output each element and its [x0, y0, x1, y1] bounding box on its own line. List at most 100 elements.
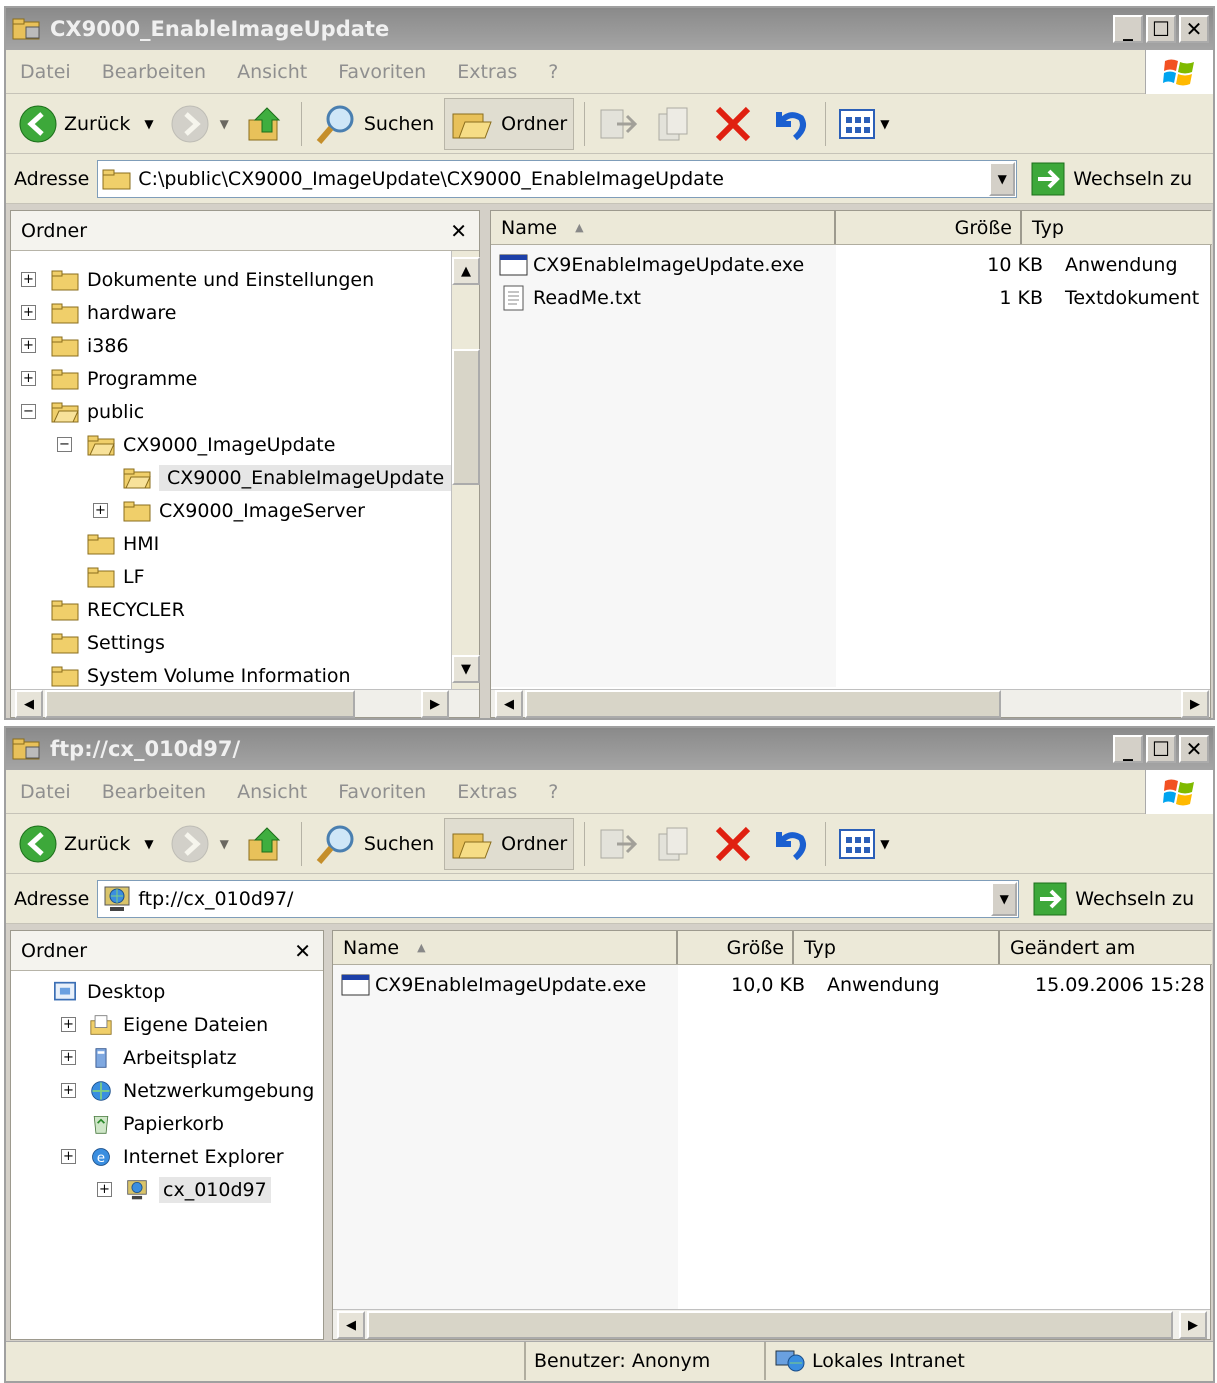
- undo-button[interactable]: [763, 98, 815, 150]
- go-button[interactable]: Wechseln zu: [1031, 162, 1192, 196]
- expand-icon[interactable]: +: [21, 305, 36, 320]
- folders-button[interactable]: Ordner: [444, 817, 575, 870]
- horizontal-scrollbar[interactable]: ◀ ▶: [11, 689, 479, 718]
- menu-help[interactable]: ?: [548, 781, 558, 803]
- search-button[interactable]: Suchen: [308, 98, 440, 150]
- undo-button[interactable]: [763, 818, 815, 870]
- tree-item[interactable]: − CX9000_ImageUpdate: [57, 430, 335, 460]
- delete-button[interactable]: [707, 98, 759, 150]
- menu-extras[interactable]: Extras: [457, 781, 517, 803]
- tree-item[interactable]: + e Internet Explorer: [61, 1142, 284, 1172]
- menu-bearbeiten[interactable]: Bearbeiten: [102, 781, 206, 803]
- file-row[interactable]: CX9EnableImageUpdate.exe 10,0 KB Anwendu…: [341, 969, 1211, 1001]
- copy-to-button[interactable]: [649, 98, 703, 150]
- expand-icon[interactable]: +: [93, 503, 108, 518]
- collapse-icon[interactable]: −: [57, 437, 72, 452]
- search-button[interactable]: Suchen: [308, 818, 440, 870]
- column-name[interactable]: Name ▲: [333, 931, 678, 964]
- scroll-thumb[interactable]: [367, 1311, 1173, 1339]
- close-pane-icon[interactable]: ✕: [450, 219, 467, 243]
- menu-datei[interactable]: Datei: [20, 61, 71, 83]
- menu-datei[interactable]: Datei: [20, 781, 71, 803]
- expand-icon[interactable]: +: [21, 338, 36, 353]
- scroll-left-button[interactable]: ◀: [337, 1311, 365, 1339]
- close-button[interactable]: ✕: [1179, 15, 1209, 43]
- column-name[interactable]: Name ▲: [491, 211, 836, 244]
- tree-item[interactable]: + cx_010d97: [97, 1175, 271, 1205]
- forward-button[interactable]: ▼: [164, 818, 235, 870]
- scroll-thumb[interactable]: [452, 349, 480, 485]
- expand-icon[interactable]: +: [61, 1083, 76, 1098]
- scroll-thumb[interactable]: [45, 690, 355, 718]
- menu-ansicht[interactable]: Ansicht: [237, 61, 307, 83]
- close-pane-icon[interactable]: ✕: [294, 939, 311, 963]
- address-dropdown-button[interactable]: ▼: [991, 881, 1018, 916]
- maximize-button[interactable]: ☐: [1146, 735, 1176, 763]
- expand-icon[interactable]: +: [61, 1149, 76, 1164]
- menu-ansicht[interactable]: Ansicht: [237, 781, 307, 803]
- column-size[interactable]: Größe: [836, 211, 1022, 244]
- scroll-right-button[interactable]: ▶: [1181, 690, 1209, 718]
- collapse-icon[interactable]: −: [21, 404, 36, 419]
- expand-icon[interactable]: +: [97, 1182, 112, 1197]
- tree-item[interactable]: LF: [87, 562, 145, 592]
- forward-button[interactable]: ▼: [164, 98, 235, 150]
- tree-item[interactable]: Desktop: [51, 977, 165, 1007]
- title-bar[interactable]: ftp://cx_010d97/ _ ☐ ✕: [6, 728, 1213, 770]
- tree-item[interactable]: + Programme: [21, 364, 197, 394]
- tree-item[interactable]: + hardware: [21, 298, 177, 328]
- up-folder-button[interactable]: [239, 818, 291, 870]
- scroll-left-button[interactable]: ◀: [495, 690, 523, 718]
- tree-item[interactable]: Papierkorb: [87, 1109, 224, 1139]
- tree-item[interactable]: Settings: [51, 628, 165, 658]
- file-row[interactable]: ReadMe.txt 1 KB Textdokument: [499, 282, 1209, 314]
- folders-button[interactable]: Ordner: [444, 97, 575, 150]
- go-button[interactable]: Wechseln zu: [1033, 882, 1194, 916]
- move-to-button[interactable]: [591, 818, 645, 870]
- tree-item[interactable]: + CX9000_ImageServer: [93, 496, 365, 526]
- scroll-thumb[interactable]: [525, 690, 1001, 718]
- close-button[interactable]: ✕: [1179, 735, 1209, 763]
- address-dropdown-button[interactable]: ▼: [989, 161, 1016, 196]
- tree-item[interactable]: + Dokumente und Einstellungen: [21, 265, 374, 295]
- vertical-scrollbar[interactable]: ▲ ▼: [451, 251, 480, 689]
- tree-item[interactable]: − public: [21, 397, 144, 427]
- chevron-down-icon[interactable]: ▼: [220, 117, 229, 131]
- expand-icon[interactable]: +: [61, 1017, 76, 1032]
- up-folder-button[interactable]: [239, 98, 291, 150]
- column-size[interactable]: Größe: [678, 931, 794, 964]
- copy-to-button[interactable]: [649, 818, 703, 870]
- scroll-right-button[interactable]: ▶: [1179, 1311, 1207, 1339]
- chevron-down-icon[interactable]: ▼: [144, 837, 153, 851]
- menu-favoriten[interactable]: Favoriten: [338, 781, 426, 803]
- scroll-left-button[interactable]: ◀: [15, 690, 43, 718]
- minimize-button[interactable]: _: [1113, 735, 1143, 763]
- column-type[interactable]: Typ: [794, 931, 1000, 964]
- maximize-button[interactable]: ☐: [1146, 15, 1176, 43]
- tree-item[interactable]: RECYCLER: [51, 595, 185, 625]
- file-row[interactable]: CX9EnableImageUpdate.exe 10 KB Anwendung: [499, 249, 1209, 281]
- tree-item[interactable]: + Netzwerkumgebung: [61, 1076, 314, 1106]
- scroll-up-button[interactable]: ▲: [452, 257, 480, 285]
- title-bar[interactable]: CX9000_EnableImageUpdate _ ☐ ✕: [6, 8, 1213, 50]
- horizontal-scrollbar[interactable]: ◀ ▶: [491, 689, 1210, 718]
- back-button[interactable]: Zurück ▼: [12, 818, 160, 870]
- horizontal-scrollbar[interactable]: ◀ ▶: [333, 1309, 1210, 1339]
- tree-item[interactable]: + Eigene Dateien: [61, 1010, 268, 1040]
- menu-bearbeiten[interactable]: Bearbeiten: [102, 61, 206, 83]
- menu-favoriten[interactable]: Favoriten: [338, 61, 426, 83]
- address-input[interactable]: ftp://cx_010d97/ ▼: [97, 879, 1020, 918]
- views-button[interactable]: ▼: [832, 98, 895, 150]
- menu-help[interactable]: ?: [548, 61, 558, 83]
- column-type[interactable]: Typ: [1022, 211, 1212, 244]
- expand-icon[interactable]: +: [61, 1050, 76, 1065]
- delete-button[interactable]: [707, 818, 759, 870]
- tree-item[interactable]: System Volume Information: [51, 661, 351, 691]
- tree-item[interactable]: + Arbeitsplatz: [61, 1043, 237, 1073]
- expand-icon[interactable]: +: [21, 371, 36, 386]
- minimize-button[interactable]: _: [1113, 15, 1143, 43]
- move-to-button[interactable]: [591, 98, 645, 150]
- column-modified[interactable]: Geändert am: [1000, 931, 1212, 964]
- scroll-down-button[interactable]: ▼: [452, 655, 480, 683]
- menu-extras[interactable]: Extras: [457, 61, 517, 83]
